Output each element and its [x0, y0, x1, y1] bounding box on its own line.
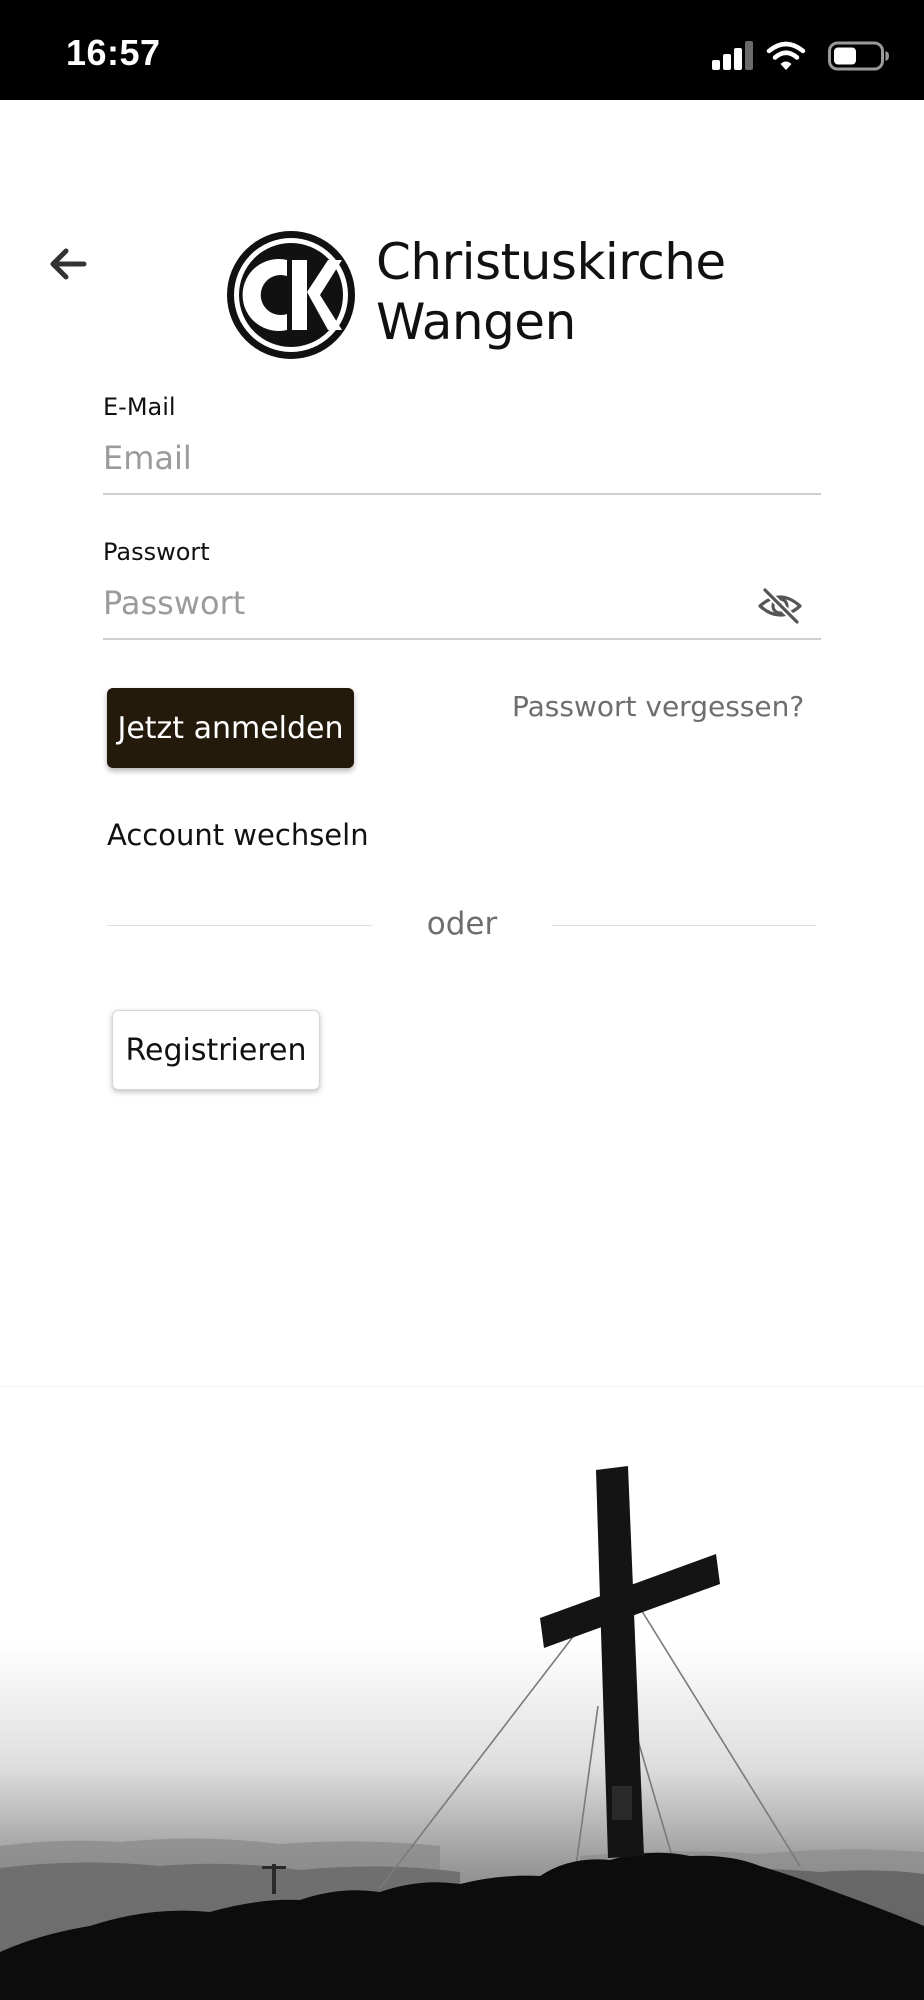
- email-label: E-Mail: [103, 393, 176, 421]
- status-bar: 16:57: [0, 0, 924, 100]
- password-underline: [103, 638, 821, 640]
- password-label: Passwort: [103, 538, 210, 566]
- eye-off-icon: [758, 587, 802, 625]
- forgot-password-link[interactable]: Passwort vergessen?: [512, 690, 804, 723]
- login-screen: 16:57 Christuskirche Wangen E-Mail Email…: [0, 0, 924, 2000]
- switch-account-link[interactable]: Account wechseln: [107, 818, 369, 852]
- login-button[interactable]: Jetzt anmelden: [107, 688, 354, 768]
- summit-cross-image: [0, 1386, 924, 2000]
- divider-label: oder: [426, 906, 498, 942]
- email-underline: [103, 493, 821, 495]
- email-input[interactable]: [103, 433, 743, 483]
- wifi-icon: [766, 41, 806, 70]
- church-name: Christuskirche Wangen: [376, 232, 726, 352]
- status-time: 16:57: [66, 32, 161, 73]
- divider-line-left: [107, 925, 372, 926]
- ck-logo-mark: [227, 231, 355, 359]
- back-button[interactable]: [46, 242, 90, 286]
- password-input[interactable]: [103, 578, 743, 628]
- church-logo: Christuskirche Wangen: [224, 228, 726, 362]
- divider-line-right: [552, 925, 816, 926]
- register-button[interactable]: Registrieren: [112, 1010, 320, 1090]
- back-arrow-icon: [50, 248, 87, 280]
- church-name-line1: Christuskirche: [376, 233, 726, 291]
- password-visibility-toggle[interactable]: [757, 586, 803, 626]
- cellular-signal-icon: [712, 41, 753, 70]
- church-name-line2: Wangen: [376, 293, 576, 351]
- battery-icon: [828, 41, 889, 71]
